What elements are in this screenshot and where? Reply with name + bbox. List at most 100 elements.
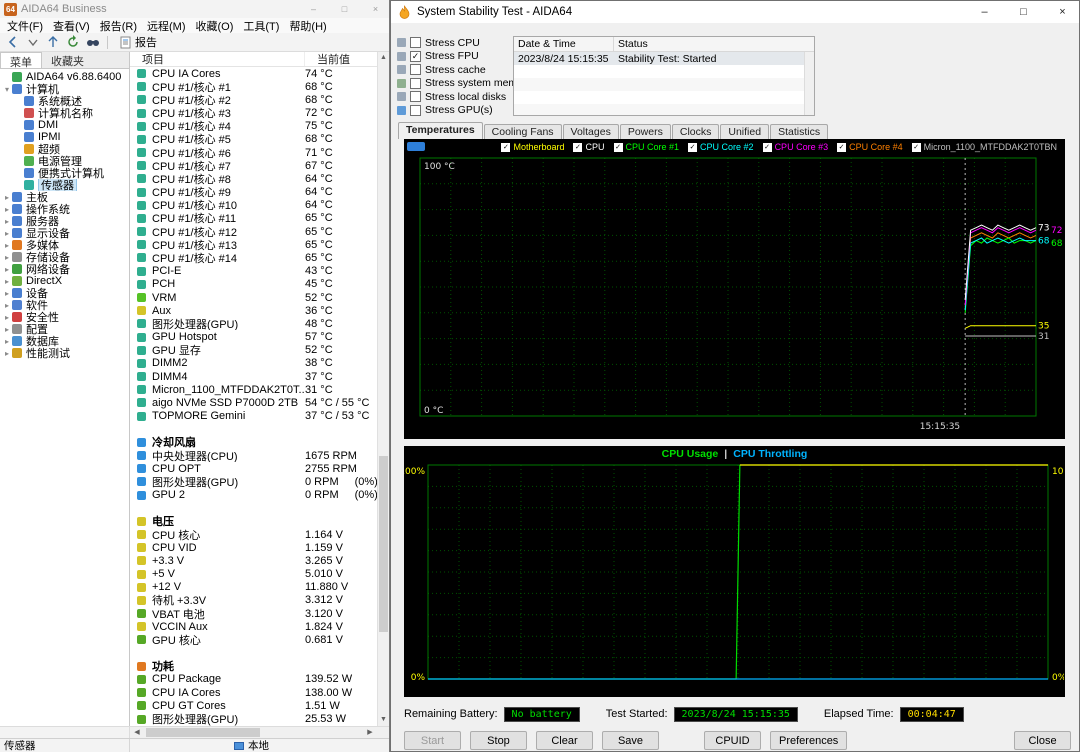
column-status[interactable]: Status bbox=[614, 38, 814, 50]
sensor-row[interactable]: CPU #1/核心 #12 65 °C bbox=[130, 225, 377, 238]
tree-item-motherboard[interactable]: ▸ 主板 bbox=[0, 191, 129, 203]
tree-item-multimedia[interactable]: ▸ 多媒体 bbox=[0, 239, 129, 251]
legend-checkbox[interactable]: ✓ bbox=[762, 142, 772, 152]
sensor-row[interactable]: GPU 显存 52 °C bbox=[130, 344, 377, 357]
stop-button[interactable]: Stop bbox=[470, 731, 527, 750]
log-row[interactable]: 2023/8/24 15:15:35 Stability Test: Starte… bbox=[514, 52, 814, 65]
vertical-scrollbar[interactable]: ▲ ▼ bbox=[377, 52, 389, 726]
tree-item-power-management[interactable]: 电源管理 bbox=[0, 155, 129, 167]
tree-item-database[interactable]: ▸ 数据库 bbox=[0, 335, 129, 347]
tab-temperatures[interactable]: Temperatures bbox=[398, 122, 483, 139]
sensor-row[interactable]: CPU #1/核心 #4 75 °C bbox=[130, 120, 377, 133]
scroll-right-arrow[interactable]: ▶ bbox=[363, 727, 377, 738]
legend-checkbox[interactable]: ✓ bbox=[911, 142, 921, 152]
tab-powers[interactable]: Powers bbox=[619, 124, 671, 139]
sensor-row[interactable]: GPU 核心 0.681 V bbox=[130, 633, 377, 647]
sensor-row[interactable]: CPU IA Cores 74 °C bbox=[130, 67, 377, 80]
sensor-row[interactable]: 图形处理器(GPU) 0 RPM (0%) bbox=[130, 475, 377, 489]
checkbox-stress-fpu[interactable]: ✓ bbox=[410, 50, 421, 62]
cpuid-button[interactable]: CPUID bbox=[704, 731, 761, 750]
sensor-row[interactable]: 图形处理器(GPU) 25.53 W bbox=[130, 712, 377, 726]
legend-cpu[interactable]: ✓ CPU bbox=[573, 142, 605, 152]
tree-item-benchmark[interactable]: ▸ 性能测试 bbox=[0, 347, 129, 359]
legend-cpu-core-2[interactable]: ✓ CPU Core #2 bbox=[688, 142, 754, 152]
tree-item-sensors[interactable]: 传感器 bbox=[0, 179, 129, 191]
sensor-row[interactable]: GPU 2 0 RPM (0%) bbox=[130, 489, 377, 502]
up-icon[interactable] bbox=[44, 34, 61, 50]
collapsed-arrow-icon[interactable]: ▸ bbox=[2, 241, 12, 250]
checkbox-stress-gpus[interactable] bbox=[410, 104, 421, 116]
panel-tab-menu[interactable]: 菜单 bbox=[0, 52, 42, 69]
find-icon[interactable] bbox=[84, 34, 101, 50]
sensor-row[interactable]: Micron_1100_MTFDDAK2T0T... 31 °C bbox=[130, 383, 377, 396]
scroll-up-arrow[interactable]: ▲ bbox=[378, 52, 389, 64]
tree-item-config[interactable]: ▸ 配置 bbox=[0, 323, 129, 335]
tree-item-portable-computer[interactable]: 便携式计算机 bbox=[0, 167, 129, 179]
collapsed-arrow-icon[interactable]: ▸ bbox=[2, 229, 12, 238]
sensor-row[interactable]: VCCIN Aux 1.824 V bbox=[130, 620, 377, 633]
back-icon[interactable] bbox=[4, 34, 21, 50]
collapsed-arrow-icon[interactable]: ▸ bbox=[2, 205, 12, 214]
legend-scrollbar[interactable] bbox=[407, 142, 425, 151]
collapsed-arrow-icon[interactable]: ▸ bbox=[2, 313, 12, 322]
expanded-arrow-icon[interactable]: ▾ bbox=[2, 85, 12, 94]
sensor-group-header[interactable]: 电压 bbox=[130, 515, 377, 528]
scroll-left-arrow[interactable]: ◀ bbox=[130, 727, 144, 738]
legend-checkbox[interactable]: ✓ bbox=[837, 142, 847, 152]
close-button[interactable]: Close bbox=[1014, 731, 1071, 750]
legend-checkbox[interactable]: ✓ bbox=[501, 142, 511, 152]
legend-checkbox[interactable]: ✓ bbox=[688, 142, 698, 152]
tab-clocks[interactable]: Clocks bbox=[671, 124, 720, 139]
sensor-row[interactable]: CPU #1/核心 #14 65 °C bbox=[130, 251, 377, 265]
tree-item-aida64-root[interactable]: AIDA64 v6.88.6400 bbox=[0, 71, 129, 83]
sensor-row[interactable]: DIMM2 38 °C bbox=[130, 357, 377, 370]
maximize-button[interactable]: □ bbox=[1007, 1, 1040, 23]
checkbox-stress-cpu[interactable] bbox=[410, 37, 421, 49]
tree-item-software[interactable]: ▸ 软件 bbox=[0, 299, 129, 311]
titlebar[interactable]: System Stability Test - AIDA64 – □ × bbox=[391, 1, 1079, 23]
scroll-down-arrow[interactable]: ▼ bbox=[378, 714, 389, 726]
menu-report[interactable]: 报告(R) bbox=[95, 18, 142, 34]
sensor-row[interactable]: CPU #1/核心 #8 64 °C bbox=[130, 172, 377, 186]
log-table-scrollbar[interactable] bbox=[804, 52, 814, 115]
collapsed-arrow-icon[interactable]: ▸ bbox=[2, 265, 12, 274]
refresh-icon[interactable] bbox=[64, 34, 81, 50]
start-button[interactable]: Start bbox=[404, 731, 461, 750]
legend-cpu-core-1[interactable]: ✓ CPU Core #1 bbox=[613, 142, 679, 152]
collapsed-arrow-icon[interactable]: ▸ bbox=[2, 349, 12, 358]
sensor-row[interactable]: 图形处理器(GPU) 48 °C bbox=[130, 317, 377, 330]
legend-motherboard[interactable]: ✓ Motherboard bbox=[501, 142, 564, 152]
legend-micron-1100-mtfddak2t0tbn[interactable]: ✓ Micron_1100_MTFDDAK2T0TBN bbox=[911, 142, 1057, 152]
save-button[interactable]: Save bbox=[602, 731, 659, 750]
sensor-row[interactable]: +12 V 11.880 V bbox=[130, 581, 377, 594]
sensor-row[interactable]: CPU #1/核心 #1 68 °C bbox=[130, 80, 377, 93]
collapsed-arrow-icon[interactable]: ▸ bbox=[2, 289, 12, 298]
sensor-row[interactable]: CPU #1/核心 #10 64 °C bbox=[130, 199, 377, 212]
collapsed-arrow-icon[interactable]: ▸ bbox=[2, 325, 12, 334]
collapsed-arrow-icon[interactable]: ▸ bbox=[2, 217, 12, 226]
close-button[interactable]: × bbox=[362, 0, 389, 18]
sensor-row[interactable]: CPU IA Cores 138.00 W bbox=[130, 686, 377, 699]
sensor-row[interactable]: CPU Package 139.52 W bbox=[130, 673, 377, 686]
collapsed-arrow-icon[interactable]: ▸ bbox=[2, 337, 12, 346]
sensor-row[interactable]: TOPMORE Gemini 37 °C / 53 °C bbox=[130, 409, 377, 422]
collapsed-arrow-icon[interactable]: ▸ bbox=[2, 277, 12, 286]
checkbox-stress-local-disks[interactable] bbox=[410, 91, 421, 103]
close-button[interactable]: × bbox=[1046, 1, 1079, 23]
sensor-row[interactable]: CPU #1/核心 #13 65 °C bbox=[130, 238, 377, 251]
menu-view[interactable]: 查看(V) bbox=[48, 18, 95, 34]
legend-checkbox[interactable]: ✓ bbox=[613, 142, 623, 152]
tree-item-security[interactable]: ▸ 安全性 bbox=[0, 311, 129, 323]
sensor-row[interactable]: VRM 52 °C bbox=[130, 291, 377, 304]
vscrollbar-thumb[interactable] bbox=[379, 456, 388, 632]
collapsed-arrow-icon[interactable]: ▸ bbox=[2, 301, 12, 310]
checkbox-stress-system-memory[interactable] bbox=[410, 77, 421, 89]
tree-item-ipmi[interactable]: IPMI bbox=[0, 131, 129, 143]
sensor-row[interactable]: CPU #1/核心 #5 68 °C bbox=[130, 133, 377, 146]
tree-item-computer[interactable]: ▾ 计算机 bbox=[0, 83, 129, 95]
sensor-row[interactable]: CPU OPT 2755 RPM bbox=[130, 462, 377, 475]
sensor-row[interactable]: +3.3 V 3.265 V bbox=[130, 554, 377, 567]
sensor-row[interactable]: PCH 45 °C bbox=[130, 278, 377, 291]
tab-voltages[interactable]: Voltages bbox=[562, 124, 619, 139]
tree-item-overclock[interactable]: 超频 bbox=[0, 143, 129, 155]
